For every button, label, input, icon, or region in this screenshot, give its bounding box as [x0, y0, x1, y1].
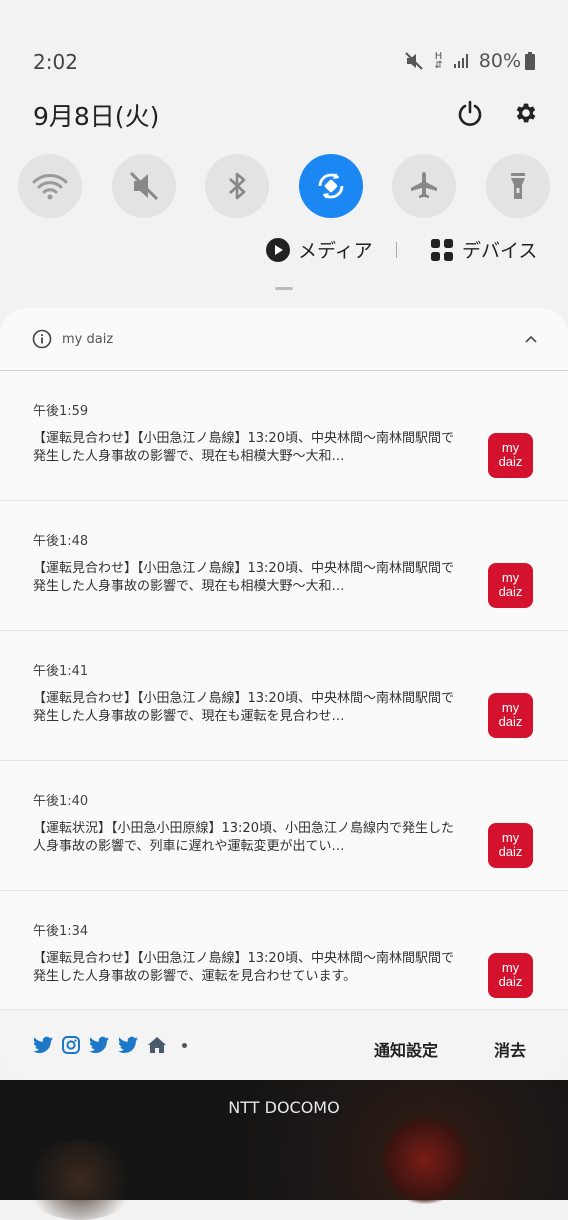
notification-time: 午後1:34	[33, 924, 89, 939]
wifi-icon	[32, 174, 68, 200]
flashlight-tile[interactable]	[485, 154, 550, 218]
divider	[396, 242, 397, 258]
notification-item[interactable]: 午後1:34 【運転見合わせ】【小田急江ノ島線】13:20頃、中央林間〜南林間駅…	[0, 891, 568, 1021]
notification-item[interactable]: 午後1:40 【運転状況】【小田急小田原線】13:20頃、小田急江ノ島線内で発生…	[0, 761, 568, 891]
gear-icon	[516, 103, 536, 123]
carrier-label: NTT DOCOMO	[228, 1098, 340, 1117]
logo-line-2: daiz	[498, 454, 523, 469]
info-icon[interactable]	[32, 329, 52, 353]
battery-level: 80%	[478, 50, 521, 72]
my-daiz-logo: my daiz	[488, 953, 533, 998]
twitter-icon	[33, 1036, 53, 1053]
clock: 2:02	[33, 50, 78, 74]
logo-line-1: my	[501, 570, 520, 585]
auto-rotate-icon	[318, 173, 344, 199]
flashlight-icon	[510, 173, 525, 199]
notification-text: 【運転状況】【小田急小田原線】13:20頃、小田急江ノ島線内で発生した人身事故の…	[33, 821, 454, 854]
logo-line-2: daiz	[498, 844, 523, 859]
notification-time: 午後1:48	[33, 534, 89, 549]
power-icon	[458, 100, 482, 126]
airplane-icon	[411, 172, 438, 198]
status-bar: 2:02 H ⇵ 80%	[0, 40, 568, 84]
play-icon	[266, 237, 290, 262]
notification-item[interactable]: 午後1:59 【運転見合わせ】【小田急江ノ島線】13:20頃、中央林間〜南林間駅…	[0, 371, 568, 501]
notification-text: 【運転見合わせ】【小田急江ノ島線】13:20頃、中央林間〜南林間駅間で発生した人…	[33, 691, 454, 724]
my-daiz-logo: my daiz	[488, 433, 533, 478]
app-name: my daiz	[62, 332, 114, 347]
logo-line-1: my	[501, 700, 520, 715]
drag-handle[interactable]	[275, 287, 293, 290]
media-button[interactable]: メディア	[266, 236, 373, 263]
logo-line-2: daiz	[498, 974, 523, 989]
date: 9月8日(火)	[33, 102, 160, 131]
airplane-tile[interactable]	[392, 154, 457, 218]
my-daiz-logo: my daiz	[488, 693, 533, 738]
network-type: H	[434, 51, 443, 62]
other-app-icons	[33, 1036, 187, 1054]
quick-settings-tiles	[18, 154, 550, 218]
logo-line-2: daiz	[498, 714, 523, 729]
devices-button[interactable]: デバイス	[430, 236, 537, 263]
sound-mute-icon	[129, 171, 158, 201]
sound-tile[interactable]	[111, 154, 176, 218]
notification-group-header[interactable]: my daiz	[0, 308, 568, 371]
wifi-tile[interactable]	[18, 154, 82, 218]
bluetooth-icon	[229, 172, 246, 200]
home-app-icon	[148, 1037, 166, 1053]
status-icons: H ⇵ 80%	[404, 50, 535, 72]
notification-time: 午後1:41	[33, 664, 89, 679]
wallpaper-shape	[20, 1140, 140, 1220]
devices-label: デバイス	[462, 240, 538, 262]
twitter-icon	[89, 1036, 109, 1053]
notification-panel: my daiz 午後1:59 【運転見合わせ】【小田急江ノ島線】13:20頃、中…	[0, 308, 568, 1080]
battery-icon	[525, 52, 535, 70]
mute-icon	[404, 51, 424, 71]
notification-text: 【運転見合わせ】【小田急江ノ島線】13:20頃、中央林間〜南林間駅間で発生した人…	[33, 431, 454, 464]
notification-item[interactable]: 午後1:48 【運転見合わせ】【小田急江ノ島線】13:20頃、中央林間〜南林間駅…	[0, 501, 568, 631]
notification-settings-button[interactable]: 通知設定	[374, 1037, 438, 1061]
settings-button[interactable]	[508, 95, 544, 131]
notification-time: 午後1:59	[33, 404, 89, 419]
logo-line-2: daiz	[498, 584, 523, 599]
instagram-icon	[62, 1036, 80, 1054]
notification-text: 【運転見合わせ】【小田急江ノ島線】13:20頃、中央林間〜南林間駅間で発生した人…	[33, 561, 454, 594]
notification-item[interactable]: 午後1:41 【運転見合わせ】【小田急江ノ島線】13:20頃、中央林間〜南林間駅…	[0, 631, 568, 761]
twitter-icon	[118, 1036, 138, 1053]
logo-line-1: my	[501, 830, 520, 845]
auto-rotate-tile[interactable]	[298, 154, 363, 218]
my-daiz-logo: my daiz	[488, 823, 533, 868]
power-button[interactable]	[452, 95, 488, 131]
media-label: メディア	[298, 240, 373, 262]
notification-time: 午後1:40	[33, 794, 89, 809]
logo-line-1: my	[501, 440, 520, 455]
data-icon: H ⇵	[434, 51, 443, 71]
devices-grid-icon	[431, 238, 453, 261]
bluetooth-tile[interactable]	[205, 154, 270, 218]
media-output-row: メディア デバイス	[0, 236, 568, 266]
logo-line-1: my	[501, 960, 520, 975]
my-daiz-logo: my daiz	[488, 563, 533, 608]
clear-button[interactable]: 消去	[494, 1037, 526, 1061]
signal-icon	[453, 53, 469, 69]
wallpaper-flower	[380, 1115, 470, 1205]
notification-footer: 通知設定 消去	[0, 1009, 568, 1080]
notification-text: 【運転見合わせ】【小田急江ノ島線】13:20頃、中央林間〜南林間駅間で発生した人…	[33, 951, 454, 984]
more-dot-icon	[182, 1042, 187, 1048]
chevron-up-icon[interactable]	[524, 332, 538, 351]
